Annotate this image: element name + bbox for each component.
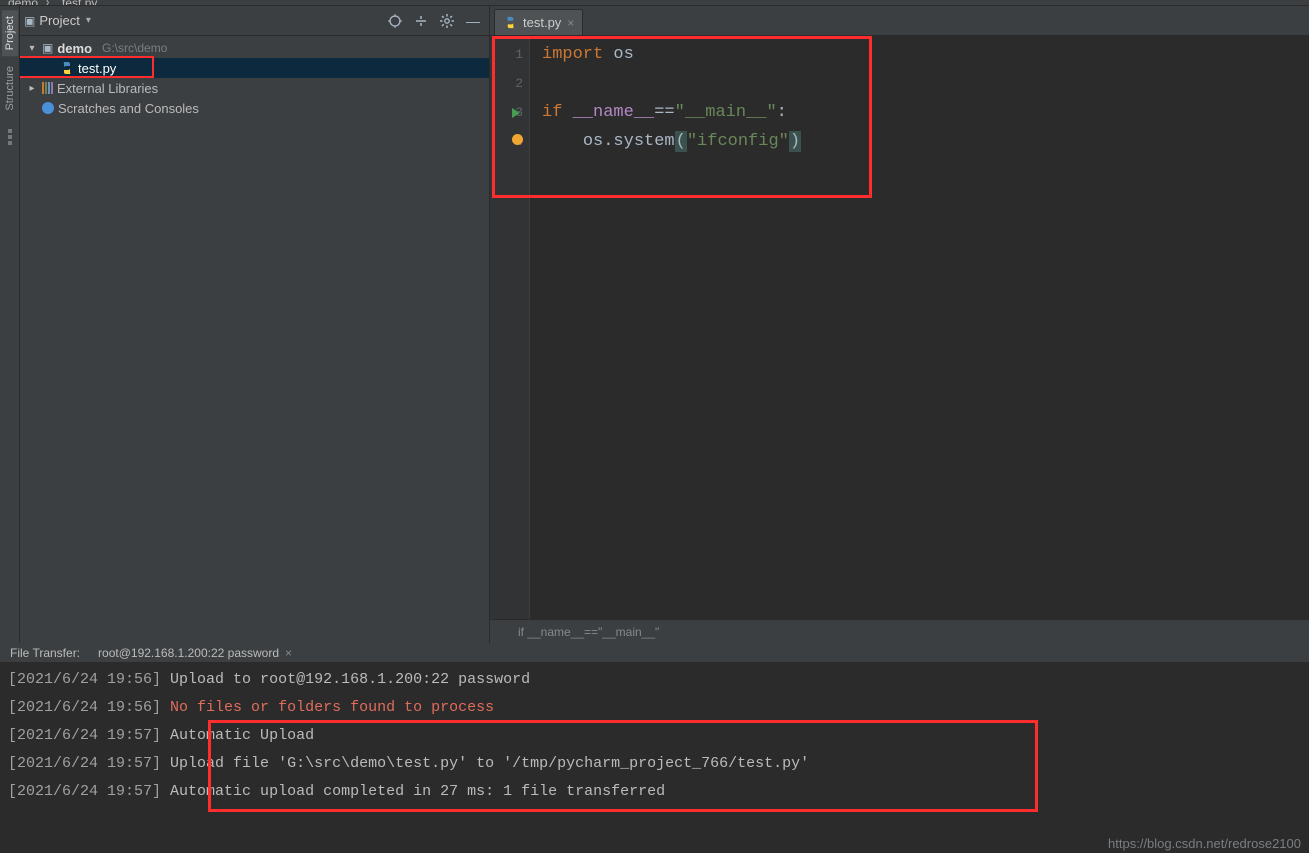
collapse-icon[interactable] xyxy=(411,11,431,31)
tree-extlib-label: External Libraries xyxy=(57,81,158,96)
folder-icon: ▣ xyxy=(42,41,53,55)
aim-icon[interactable] xyxy=(385,11,405,31)
editor-breadcrumb[interactable]: if __name__=="__main__" xyxy=(490,619,1309,643)
hide-icon[interactable]: — xyxy=(463,11,483,31)
file-transfer-session-tab[interactable]: root@192.168.1.200:22 password × xyxy=(92,644,298,662)
editor-breadcrumb-text: if __name__=="__main__" xyxy=(518,625,659,639)
project-panel: ▣ Project ▾ — ▾ ▣ demo G:\src\demo xyxy=(20,6,490,643)
tree-external-libraries[interactable]: ▸ External Libraries xyxy=(20,78,489,98)
tool-tab-project[interactable]: Project xyxy=(2,10,18,56)
run-gutter-icon[interactable] xyxy=(512,108,520,118)
library-icon xyxy=(42,82,53,94)
editor-tab-testpy[interactable]: test.py × xyxy=(494,9,583,35)
file-transfer-title: File Transfer: xyxy=(10,646,80,660)
line-number[interactable]: 4 xyxy=(490,127,529,156)
project-panel-title[interactable]: ▣ Project ▾ xyxy=(24,13,91,28)
close-icon[interactable]: × xyxy=(285,646,292,660)
close-icon[interactable]: × xyxy=(567,16,574,30)
watermark-text: https://blog.csdn.net/redrose2100 xyxy=(1108,836,1301,851)
file-transfer-log[interactable]: [2021/6/24 19:56] Upload to root@192.168… xyxy=(0,662,1309,853)
tool-tab-more-icon[interactable] xyxy=(8,129,12,145)
tree-scratches-label: Scratches and Consoles xyxy=(58,101,199,116)
line-number[interactable]: 2 xyxy=(490,69,529,98)
tree-scratches[interactable]: Scratches and Consoles xyxy=(20,98,489,118)
tree-root-hint: G:\src\demo xyxy=(102,41,167,55)
gear-icon[interactable] xyxy=(437,11,457,31)
tree-root[interactable]: ▾ ▣ demo G:\src\demo xyxy=(20,38,489,58)
folder-icon: ▣ xyxy=(24,14,35,28)
code-area[interactable]: import os if __name__=="__main__": os.sy… xyxy=(530,36,1309,619)
editor-tab-label: test.py xyxy=(523,15,561,30)
project-tree: ▾ ▣ demo G:\src\demo test.py ▸ External … xyxy=(20,36,489,643)
line-number[interactable]: 3 xyxy=(490,98,529,127)
caret-right-icon[interactable]: ▸ xyxy=(26,83,38,94)
project-panel-header: ▣ Project ▾ — xyxy=(20,6,489,36)
chevron-down-icon[interactable]: ▾ xyxy=(86,15,91,26)
scratch-icon xyxy=(42,102,54,114)
tool-tab-structure[interactable]: Structure xyxy=(2,60,18,117)
project-panel-title-text: Project xyxy=(39,13,79,28)
editor-gutter: 1 2 3 4 xyxy=(490,36,530,619)
editor-column: test.py × 1 2 3 4 import os if __name__=… xyxy=(490,6,1309,643)
bulb-icon[interactable] xyxy=(512,134,523,145)
tree-file-name: test.py xyxy=(78,61,116,76)
tree-file-testpy[interactable]: test.py xyxy=(20,58,489,78)
editor-area[interactable]: 1 2 3 4 import os if __name__=="__main__… xyxy=(490,36,1309,619)
tool-window-bar-left: Project Structure xyxy=(0,6,20,643)
line-number[interactable]: 1 xyxy=(490,40,529,69)
python-file-icon xyxy=(503,16,517,30)
caret-down-icon[interactable]: ▾ xyxy=(26,43,38,54)
tree-root-name: demo xyxy=(57,41,92,56)
python-file-icon xyxy=(60,61,74,75)
file-transfer-session-label: root@192.168.1.200:22 password xyxy=(98,646,279,660)
file-transfer-header: File Transfer: root@192.168.1.200:22 pas… xyxy=(0,644,1309,662)
editor-tabs: test.py × xyxy=(490,6,1309,36)
file-transfer-panel: File Transfer: root@192.168.1.200:22 pas… xyxy=(0,643,1309,853)
